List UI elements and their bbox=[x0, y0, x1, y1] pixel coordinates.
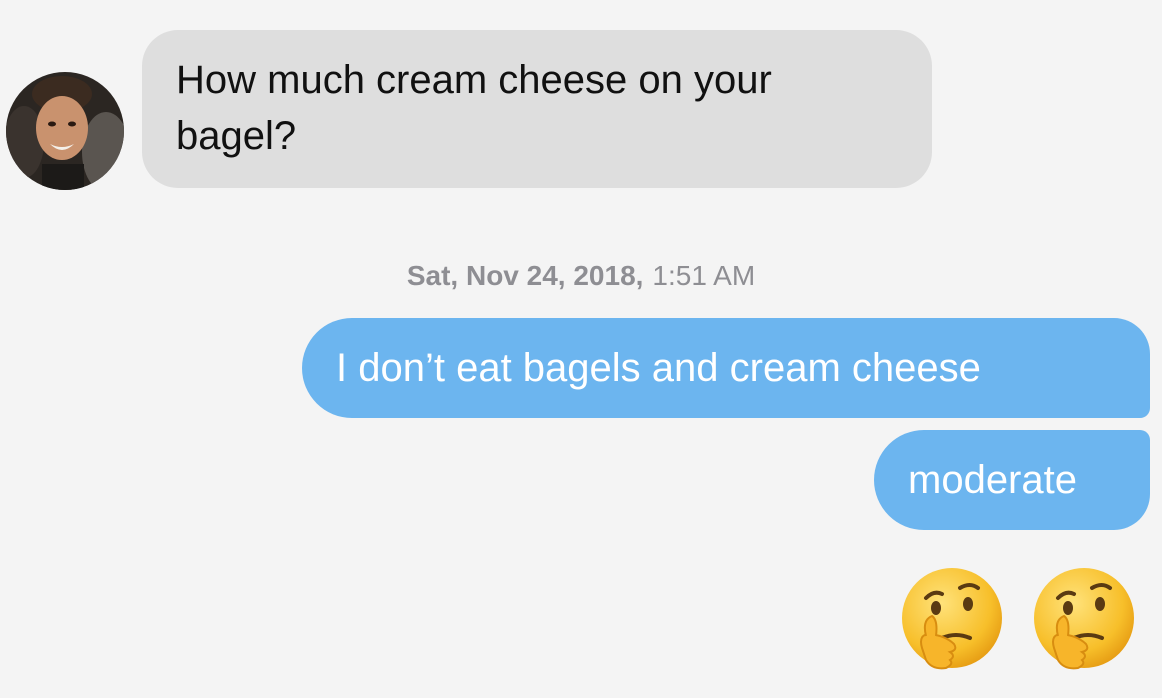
outgoing-message-text: I don’t eat bagels and cream cheese bbox=[336, 346, 981, 390]
emoji-message[interactable] bbox=[896, 564, 1140, 676]
chat-screen: How much cream cheese on your bagel? Sat… bbox=[0, 0, 1162, 698]
message-timestamp: Sat, Nov 24, 2018, 1:51 AM bbox=[0, 258, 1162, 294]
incoming-message-bubble[interactable]: How much cream cheese on your bagel? bbox=[142, 30, 932, 188]
timestamp-time: 1:51 AM bbox=[652, 260, 756, 291]
timestamp-date: Sat, Nov 24, 2018, bbox=[406, 260, 644, 291]
thinking-face-icon bbox=[896, 564, 1008, 676]
incoming-message-text: How much cream cheese on your bagel? bbox=[176, 58, 772, 158]
avatar-photo-icon bbox=[6, 72, 124, 190]
thinking-face-icon bbox=[1028, 564, 1140, 676]
contact-avatar[interactable] bbox=[6, 72, 124, 190]
outgoing-message-bubble[interactable]: moderate bbox=[874, 430, 1150, 530]
outgoing-message-bubble[interactable]: I don’t eat bagels and cream cheese bbox=[302, 318, 1150, 418]
outgoing-message-text: moderate bbox=[908, 458, 1077, 502]
